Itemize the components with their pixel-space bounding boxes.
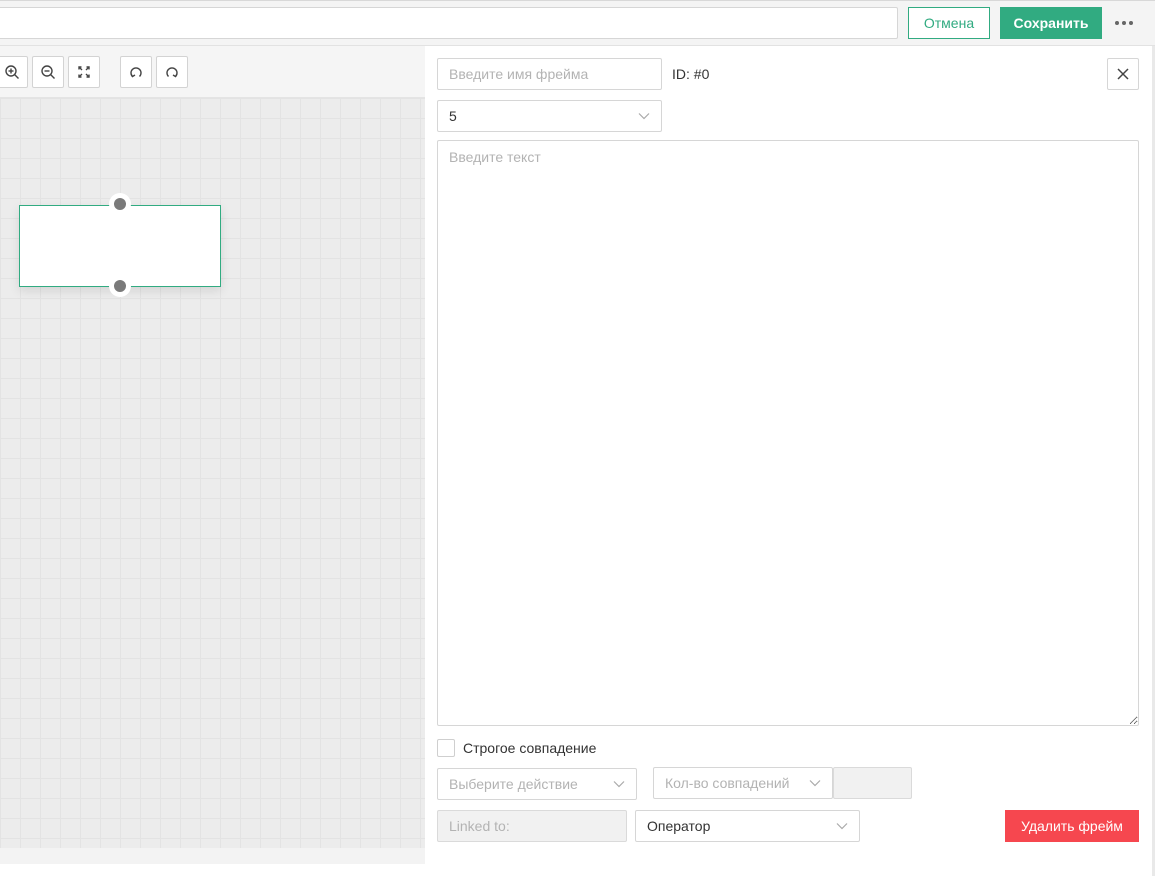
redo-icon[interactable] [156, 56, 188, 88]
strict-match-row[interactable]: Строгое совпадение [437, 739, 596, 757]
frame-type-select[interactable]: 5 [437, 100, 662, 132]
zoom-in-icon[interactable] [0, 56, 28, 88]
scenario-name-input[interactable] [0, 7, 898, 39]
frame-input-port[interactable] [109, 193, 131, 215]
action-placeholder: Выберите действие [449, 776, 578, 792]
canvas-grid[interactable] [0, 98, 425, 848]
chevron-down-icon [836, 823, 848, 830]
zoom-out-icon[interactable] [32, 56, 64, 88]
frame-id-label: ID: #0 [672, 66, 710, 82]
close-icon[interactable] [1107, 58, 1139, 90]
canvas-panel [0, 46, 425, 864]
match-count-input [833, 767, 912, 799]
frame-output-port[interactable] [109, 275, 131, 297]
canvas-toolbar [0, 46, 425, 98]
action-select[interactable]: Выберите действие [437, 768, 637, 800]
operator-select[interactable]: Оператор [635, 810, 860, 842]
frame-name-input[interactable] [437, 58, 662, 90]
canvas-footer [0, 848, 425, 864]
strict-match-label: Строгое совпадение [463, 740, 597, 756]
chevron-down-icon [809, 780, 821, 787]
top-bar: Отмена Сохранить [0, 0, 1155, 46]
chevron-down-icon [613, 781, 625, 788]
linked-to-input [437, 810, 627, 842]
match-count-placeholder: Кол-во совпадений [665, 775, 790, 791]
strict-match-checkbox[interactable] [437, 739, 455, 757]
undo-icon[interactable] [120, 56, 152, 88]
chevron-down-icon [638, 113, 650, 120]
operator-value: Оператор [647, 818, 711, 834]
save-button[interactable]: Сохранить [1000, 7, 1102, 39]
delete-frame-button[interactable]: Удалить фрейм [1005, 810, 1139, 842]
frame-type-value: 5 [449, 108, 457, 124]
cancel-button[interactable]: Отмена [908, 7, 990, 39]
match-count-select[interactable]: Кол-во совпадений [653, 767, 833, 799]
fit-screen-icon[interactable] [68, 56, 100, 88]
frame-text-input[interactable] [437, 140, 1139, 726]
more-options-icon[interactable] [1110, 10, 1138, 36]
frame-settings-panel: ID: #0 5 Строгое совпадение Выберите дей… [425, 46, 1155, 876]
